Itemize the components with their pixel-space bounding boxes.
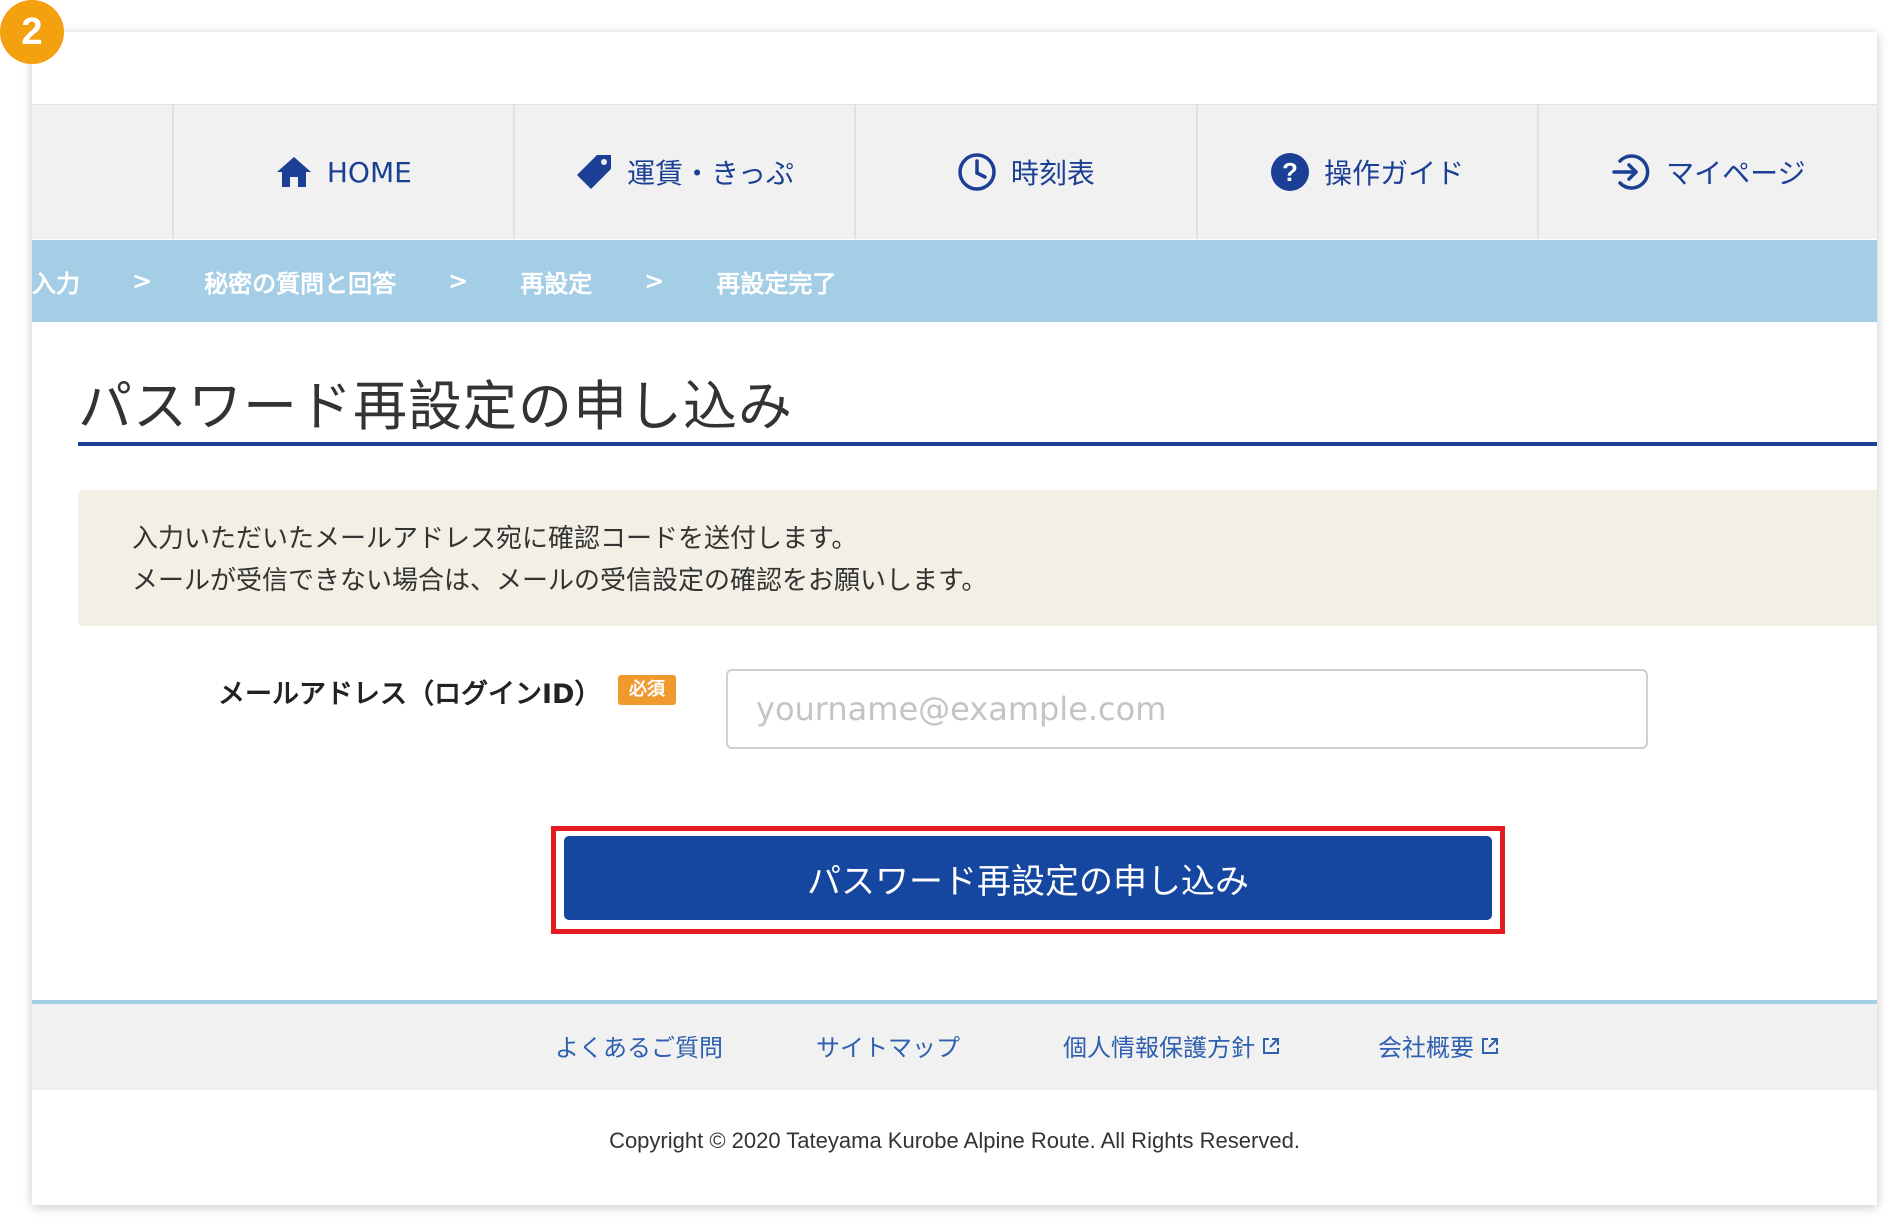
external-link-icon	[1261, 1036, 1281, 1056]
footer-link-company-label: 会社概要	[1378, 1034, 1474, 1062]
nav-item-home[interactable]: HOME	[174, 105, 515, 239]
nav-item-guide[interactable]: ? 操作ガイド	[1198, 105, 1539, 239]
nav-item-guide-label: 操作ガイド	[1324, 157, 1465, 190]
submit-reset-request-button[interactable]: パスワード再設定の申し込み	[564, 836, 1492, 920]
footer-link-privacy-label: 個人情報保護方針	[1063, 1034, 1255, 1062]
footer-link-company[interactable]: 会社概要	[1378, 1028, 1500, 1063]
nav-item-fares[interactable]: 運賃・きっぷ	[515, 105, 857, 239]
breadcrumb-step-secret-question: 秘密の質問と回答	[204, 269, 397, 298]
footer-link-faq-label: よくあるご質問	[555, 1034, 723, 1062]
email-field-label: メールアドレス（ログインID）	[218, 679, 602, 710]
chevron-right-icon: >	[644, 267, 665, 295]
step-number-badge: 2	[0, 0, 64, 64]
svg-text:?: ?	[1282, 157, 1298, 187]
footer-link-privacy[interactable]: 個人情報保護方針	[1063, 1028, 1281, 1063]
external-link-icon	[1480, 1036, 1500, 1056]
footer-link-sitemap-label: サイトマップ	[816, 1034, 960, 1062]
ticket-tag-icon	[575, 153, 613, 191]
global-nav: HOME 運賃・きっぷ 時刻表 ? 操作ガイド マイページ	[32, 104, 1877, 239]
nav-item-mypage[interactable]: マイページ	[1539, 105, 1877, 239]
footer-links: よくあるご質問 サイトマップ 個人情報保護方針 会社概要	[32, 1004, 1877, 1090]
nav-item-mypage-label: マイページ	[1666, 157, 1806, 190]
footer-link-sitemap[interactable]: サイトマップ	[816, 1028, 960, 1063]
footer-link-faq[interactable]: よくあるご質問	[555, 1028, 723, 1063]
info-notice: 入力いただいたメールアドレス宛に確認コードを送付します。 メールが受信できない場…	[78, 490, 1877, 626]
copyright-text: Copyright © 2020 Tateyama Kurobe Alpine …	[609, 1128, 1300, 1153]
email-input[interactable]	[726, 669, 1648, 749]
breadcrumb-step-reset: 再設定	[520, 269, 593, 298]
nav-item-timetable[interactable]: 時刻表	[856, 105, 1198, 239]
help-icon: ?	[1270, 152, 1310, 192]
chevron-right-icon: >	[448, 267, 469, 295]
title-divider	[78, 442, 1877, 446]
progress-breadcrumb: 入力 > 秘密の質問と回答 > 再設定 > 再設定完了	[32, 240, 1877, 322]
required-badge: 必須	[618, 675, 676, 705]
notice-line-1: 入力いただいたメールアドレス宛に確認コードを送付します。	[132, 524, 858, 554]
nav-item-timetable-label: 時刻表	[1010, 157, 1095, 190]
login-arrow-icon	[1610, 151, 1652, 193]
nav-spacer	[32, 105, 174, 239]
page-card: HOME 運賃・きっぷ 時刻表 ? 操作ガイド マイページ 入力 > 秘密の質問…	[32, 32, 1877, 1205]
page-title: パスワード再設定の申し込み	[78, 375, 793, 438]
nav-item-fares-label: 運賃・きっぷ	[627, 157, 795, 190]
chevron-right-icon: >	[132, 267, 153, 295]
notice-line-2: メールが受信できない場合は、メールの受信設定の確認をお願いします。	[132, 566, 988, 596]
breadcrumb-step-complete: 再設定完了	[716, 269, 837, 298]
nav-item-home-label: HOME	[326, 155, 412, 189]
breadcrumb-step-input: 入力	[32, 269, 80, 298]
clock-icon	[957, 152, 997, 192]
home-icon	[275, 155, 313, 189]
